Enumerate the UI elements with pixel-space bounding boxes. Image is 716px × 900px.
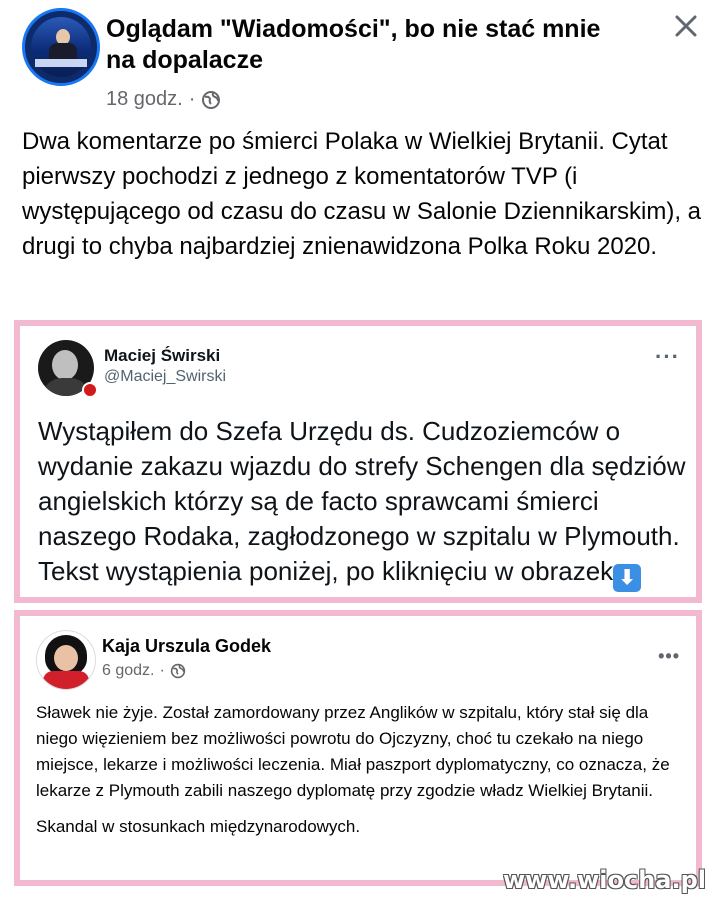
watermark: www.wiocha.pl <box>502 866 706 894</box>
tweet-author-handle[interactable]: @Maciej_Swirski <box>104 368 226 386</box>
fb-quote-card: Kaja Urszula Godek 6 godz. · ••• Sławek … <box>14 610 702 886</box>
globe-icon <box>170 663 186 679</box>
tweet-more-button[interactable]: ··· <box>655 344 680 370</box>
tweet-text: Wystąpiłem do Szefa Urzędu ds. Cudzoziem… <box>38 414 698 592</box>
tweet-body: Wystąpiłem do Szefa Urzędu ds. Cudzoziem… <box>38 416 686 586</box>
tweet-card: Maciej Świrski @Maciej_Swirski ··· Wystą… <box>14 320 702 603</box>
post-time[interactable]: 18 godz. <box>106 88 183 111</box>
meta-separator: · <box>188 88 196 110</box>
fb-quote-more-button[interactable]: ••• <box>658 646 680 667</box>
post-header: Oglądam "Wiadomości", bo nie stać mnie n… <box>22 6 702 116</box>
fb-quote-time[interactable]: 6 godz. <box>102 662 154 680</box>
fb-quote-author-name[interactable]: Kaja Urszula Godek <box>102 636 271 657</box>
meta-separator: · <box>159 662 165 679</box>
fb-quote-paragraph: Sławek nie żyje. Został zamordowany prze… <box>36 703 670 800</box>
close-icon[interactable] <box>672 12 700 40</box>
fb-quote-avatar[interactable] <box>36 630 96 690</box>
fb-quote-meta: 6 godz. · <box>102 662 186 680</box>
verified-badge-icon <box>82 382 98 398</box>
post-meta: 18 godz. · <box>106 88 221 111</box>
down-arrow-icon: ⬇ <box>613 564 642 592</box>
page-name[interactable]: Oglądam "Wiadomości", bo nie stać mnie n… <box>106 14 636 76</box>
globe-icon <box>202 90 221 109</box>
fb-quote-text: Sławek nie żyje. Został zamordowany prze… <box>36 700 686 850</box>
tweet-author-name[interactable]: Maciej Świrski <box>104 346 220 366</box>
fb-quote-paragraph: Skandal w stosunkach międzynarodowych. <box>36 817 361 836</box>
page-avatar[interactable] <box>22 8 100 86</box>
post-text: Dwa komentarze po śmierci Polaka w Wielk… <box>22 128 701 260</box>
